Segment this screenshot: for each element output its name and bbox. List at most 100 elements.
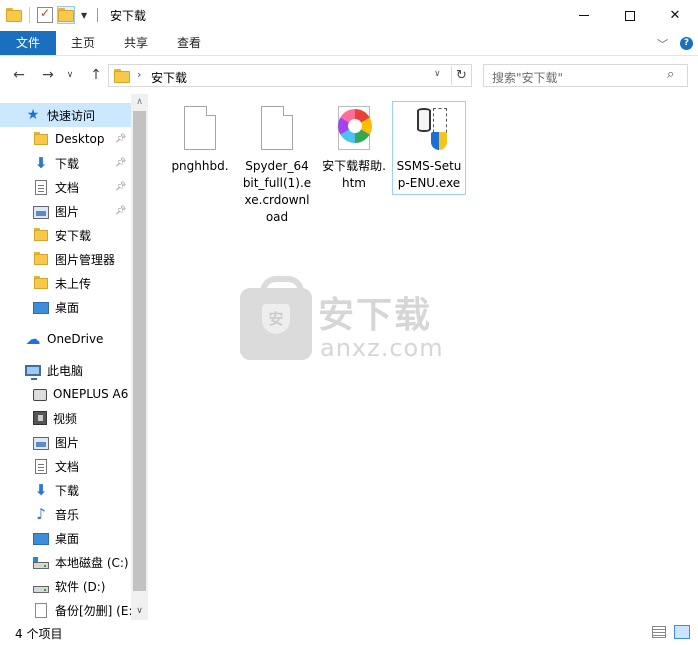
large-icons-view-icon[interactable] <box>674 625 690 639</box>
sidebar-item-desktop[interactable]: Desktop 📌︎ <box>0 127 131 151</box>
sidebar-item-label: 桌面 <box>55 300 80 315</box>
scroll-up-icon[interactable]: ∧ <box>131 94 148 111</box>
sidebar-item-image-manager[interactable]: 图片管理器 <box>0 247 131 271</box>
star-icon: ★ <box>26 107 40 123</box>
file-name: Spyder_64bit_full(1).exe.crdownload <box>242 159 312 224</box>
search-placeholder: 搜索"安下载" <box>492 71 564 85</box>
close-button[interactable]: ✕ <box>652 0 698 31</box>
sidebar-item-pc-downloads[interactable]: ⬇ 下载 <box>0 478 131 502</box>
file-name: 安下载帮助.htm <box>322 159 386 190</box>
sidebar-item-label: ONEPLUS A6 <box>53 387 129 401</box>
sidebar-item-label: 未上传 <box>55 276 92 291</box>
sidebar-item-pc-pictures[interactable]: 图片 <box>0 430 131 454</box>
blank-file-icon <box>253 106 301 154</box>
tab-home[interactable]: 主页 <box>61 31 105 55</box>
sidebar-item-label: 下载 <box>55 156 80 171</box>
sidebar-item-label: 软件 (D:) <box>55 579 106 594</box>
sidebar-item-label: 音乐 <box>55 507 80 522</box>
sidebar-item-label: 视频 <box>53 411 78 426</box>
sidebar-item-drive-d[interactable]: 软件 (D:) <box>0 574 131 598</box>
scroll-down-icon[interactable]: ∨ <box>131 603 148 620</box>
sidebar-item-label: 本地磁盘 (C:) <box>55 555 129 570</box>
tab-file[interactable]: 文件 <box>0 31 56 55</box>
blank-file-icon <box>176 106 224 154</box>
sidebar-item-drive-c[interactable]: 本地磁盘 (C:) <box>0 550 131 574</box>
expand-ribbon-chevron-icon[interactable]: ﹀ <box>657 36 668 52</box>
pin-icon: 📌︎ <box>115 206 127 216</box>
file-name: SSMS-Setup-ENU.exe <box>396 159 462 190</box>
sidebar-item-downloads[interactable]: ⬇ 下载 📌︎ <box>0 151 131 175</box>
sidebar-item-anxz[interactable]: 安下载 <box>0 223 131 247</box>
file-name: pnghhbd. <box>171 159 229 173</box>
breadcrumb-chevron-icon[interactable]: › <box>137 68 141 81</box>
sidebar-item-pc-desktop[interactable]: 桌面 <box>0 526 131 550</box>
tab-share[interactable]: 共享 <box>114 31 158 55</box>
new-folder-button[interactable] <box>57 6 75 24</box>
address-folder-icon <box>114 69 130 83</box>
file-item-selected[interactable]: SSMS-Setup-ENU.exe <box>392 101 466 195</box>
sidebar-item-label: 文档 <box>55 459 80 474</box>
folder-icon <box>33 227 49 243</box>
sidebar-item-label: 安下载 <box>55 228 92 243</box>
sidebar-item-onedrive[interactable]: ☁ OneDrive <box>0 327 131 351</box>
sidebar-item-music[interactable]: ♪ 音乐 <box>0 502 131 526</box>
title-divider <box>97 8 99 22</box>
sidebar-item-pictures[interactable]: 图片 📌︎ <box>0 199 131 223</box>
navigation-scrollbar[interactable]: ∧ ∨ <box>131 94 148 620</box>
search-input[interactable]: 搜索"安下载" ⌕ <box>483 64 688 87</box>
tab-view[interactable]: 查看 <box>167 31 211 55</box>
sidebar-item-quick-access[interactable]: ★ 快速访问 <box>0 103 131 127</box>
address-bar[interactable]: › 安下载 ∨ ↻ <box>108 64 472 87</box>
properties-icon[interactable] <box>37 6 53 23</box>
pin-icon: 📌︎ <box>115 134 127 144</box>
folder-icon <box>33 131 49 147</box>
sidebar-item-label: 文档 <box>55 180 80 195</box>
refresh-icon[interactable]: ↻ <box>451 66 471 85</box>
up-arrow-icon[interactable]: ↑ <box>86 65 106 85</box>
desktop-icon <box>33 533 49 545</box>
sidebar-item-pc-documents[interactable]: 文档 <box>0 454 131 478</box>
watermark-cn-text: 安下载 <box>318 295 433 336</box>
title-bar: ▼ 安下载 ✕ <box>0 0 698 31</box>
chrome-html-icon <box>330 106 378 154</box>
navigation-pane: ★ 快速访问 Desktop 📌︎ ⬇ 下载 📌︎ 文档 📌︎ 图片 📌︎ 安下载 图片管理… <box>0 94 148 620</box>
sidebar-item-desktop-cn[interactable]: 桌面 <box>0 295 131 319</box>
sidebar-item-label: Desktop <box>55 132 105 146</box>
window-folder-icon <box>6 8 22 22</box>
address-history-dropdown-icon[interactable]: ∨ <box>434 69 441 79</box>
sidebar-item-videos[interactable]: 视频 <box>0 406 131 430</box>
drive-icon <box>33 585 49 593</box>
sidebar-item-label: 桌面 <box>55 531 80 546</box>
search-icon[interactable]: ⌕ <box>667 67 674 82</box>
sidebar-item-label: 下载 <box>55 483 80 498</box>
sidebar-item-oneplus[interactable]: ONEPLUS A6 <box>0 382 131 406</box>
sidebar-item-label: 备份[勿删] (E: <box>55 603 131 618</box>
sidebar-item-this-pc[interactable]: 此电脑 <box>0 358 131 382</box>
status-bar: 4 个项目 <box>0 620 698 645</box>
sidebar-item-not-uploaded[interactable]: 未上传 <box>0 271 131 295</box>
sidebar-item-drive-e[interactable]: 备份[勿删] (E: <box>0 598 131 622</box>
file-item[interactable]: 安下载帮助.htm <box>317 101 391 195</box>
computer-icon <box>25 365 41 380</box>
minimize-button[interactable] <box>561 0 607 31</box>
details-view-icon[interactable] <box>652 626 666 638</box>
sidebar-item-label: 此电脑 <box>47 363 84 378</box>
back-arrow-icon[interactable]: ← <box>9 65 29 85</box>
sidebar-item-label: 快速访问 <box>47 108 96 123</box>
recent-locations-chevron-icon[interactable]: ∨ <box>63 65 77 85</box>
close-icon: ✕ <box>669 8 681 23</box>
customize-toolbar-dropdown-icon[interactable]: ▼ <box>81 11 87 20</box>
sidebar-item-documents[interactable]: 文档 📌︎ <box>0 175 131 199</box>
file-item[interactable]: Spyder_64bit_full(1).exe.crdownload <box>240 101 314 229</box>
help-icon[interactable]: ? <box>680 37 693 50</box>
music-icon: ♪ <box>36 505 46 523</box>
breadcrumb-current-folder[interactable]: 安下载 <box>151 69 187 86</box>
scroll-thumb[interactable] <box>133 111 146 591</box>
file-item[interactable]: pnghhbd. <box>163 101 237 178</box>
folder-icon <box>33 251 49 267</box>
maximize-button[interactable] <box>607 0 653 31</box>
ribbon-tabs: 文件 主页 共享 查看 ﹀ ? <box>0 31 698 56</box>
forward-arrow-icon[interactable]: → <box>38 65 58 85</box>
pin-icon: 📌︎ <box>115 182 127 192</box>
toolbar-divider <box>29 7 30 23</box>
